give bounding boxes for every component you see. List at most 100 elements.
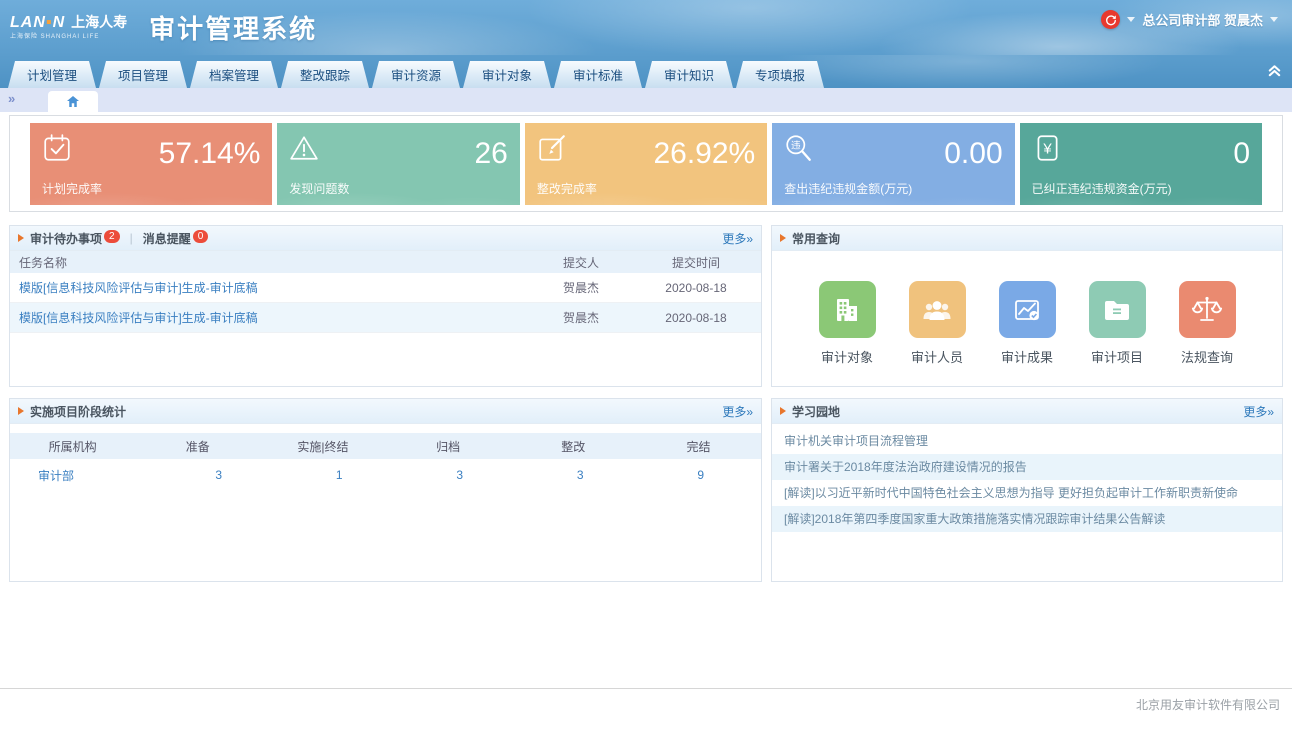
tab-audit-objects[interactable]: 审计对象 — [463, 61, 551, 88]
panel-common-queries: 常用查询 审计对象 审计人员 — [771, 225, 1283, 387]
kpi-found-issues[interactable]: 26 发现问题数 — [277, 123, 519, 205]
panel-header: 实施项目阶段统计 更多» — [10, 399, 761, 424]
list-item[interactable]: 审计署关于2018年度法治政府建设情况的报告 — [772, 454, 1282, 480]
task-submitter: 贺晨杰 — [531, 279, 631, 296]
kpi-value: 26.92% — [537, 137, 755, 171]
home-icon — [66, 95, 80, 108]
chevron-down-icon[interactable] — [1127, 17, 1135, 22]
column-archiving: 归档 — [386, 438, 511, 455]
tab-rectification-tracking[interactable]: 整改跟踪 — [281, 61, 369, 88]
folder-icon — [1089, 281, 1146, 338]
todo-table-header: 任务名称 提交人 提交时间 — [10, 251, 761, 273]
main-nav: 计划管理 项目管理 档案管理 整改跟踪 审计资源 审计对象 审计标准 审计知识 … — [0, 55, 1292, 88]
column-implementation: 实施|终结 — [260, 438, 385, 455]
message-count-badge: 0 — [193, 230, 209, 243]
stage-more-link[interactable]: 更多» — [722, 403, 753, 420]
panel-arrow-icon — [18, 234, 24, 242]
yuan-icon: ¥ — [1032, 133, 1062, 168]
shortcut-label: 审计对象 — [821, 347, 873, 366]
kpi-label: 已纠正违纪违规资金(万元) — [1032, 180, 1172, 197]
shortcut-label: 审计成果 — [1001, 347, 1053, 366]
stage-count-link[interactable]: 3 — [159, 468, 280, 482]
divider: | — [130, 231, 133, 245]
kpi-violation-amount-found[interactable]: 违 0.00 查出违纪违规金额(万元) — [772, 123, 1014, 205]
tab-strip: » — [0, 88, 1292, 112]
org-link[interactable]: 审计部 — [10, 467, 159, 484]
home-tab[interactable] — [48, 91, 98, 112]
user-menu[interactable]: 总公司审计部 贺晨杰 — [1142, 10, 1263, 29]
list-item[interactable]: [解读]以习近平新时代中国特色社会主义思想为指导 更好担负起审计工作新职责新使命 — [772, 480, 1282, 506]
stage-count-link[interactable]: 9 — [641, 468, 762, 482]
brand-name-cn: 上海人寿 — [71, 15, 127, 29]
user-department: 总公司审计部 — [1142, 13, 1220, 28]
panel-header: 常用查询 — [772, 226, 1282, 251]
shortcut-label: 审计项目 — [1091, 347, 1143, 366]
collapse-header-button[interactable] — [1267, 63, 1282, 83]
shortcut-regulations-query[interactable]: 法规查询 — [1172, 281, 1242, 366]
learning-list: 审计机关审计项目流程管理 审计署关于2018年度法治政府建设情况的报告 [解读]… — [772, 428, 1282, 532]
kpi-value: 26 — [289, 137, 507, 171]
expand-tabs-button[interactable]: » — [8, 91, 15, 106]
column-organization: 所属机构 — [10, 438, 135, 455]
shortcut-audit-results[interactable]: 审计成果 — [992, 281, 1062, 366]
kpi-label: 整改完成率 — [537, 180, 597, 197]
panel-title: 实施项目阶段统计 — [30, 403, 126, 420]
column-completed: 完结 — [636, 438, 761, 455]
stage-count-link[interactable]: 3 — [400, 468, 521, 482]
stage-count-link[interactable]: 1 — [279, 468, 400, 482]
shortcut-audit-objects[interactable]: 审计对象 — [812, 281, 882, 366]
brand-subtitle: 上海保险 SHANGHAI LIFE — [10, 34, 127, 40]
brand-logo: LAN▪N 上海人寿 上海保险 SHANGHAI LIFE — [10, 15, 127, 40]
panel-learning-corner: 学习园地 更多» 审计机关审计项目流程管理 审计署关于2018年度法治政府建设情… — [771, 398, 1283, 582]
calendar-check-icon — [42, 133, 72, 168]
kpi-value: 57.14% — [42, 137, 260, 171]
todo-tab[interactable]: 审计待办事项2 — [30, 230, 120, 247]
panel-title: 常用查询 — [792, 230, 840, 247]
list-item[interactable]: 审计机关审计项目流程管理 — [772, 428, 1282, 454]
refresh-button[interactable] — [1101, 10, 1120, 29]
column-submit-time: 提交时间 — [631, 254, 761, 271]
task-link[interactable]: 模版[信息科技风险评估与审计]生成-审计底稿 — [19, 311, 258, 325]
kpi-value: 0.00 — [784, 137, 1002, 171]
task-date: 2020-08-18 — [631, 281, 761, 295]
tab-audit-knowledge[interactable]: 审计知识 — [645, 61, 733, 88]
todo-more-link[interactable]: 更多» — [722, 230, 753, 247]
dashboard: 57.14% 计划完成率 26 发现问题数 26.92% 整改完成率 违 0.0… — [0, 112, 1292, 688]
company-name: 北京用友审计软件有限公司 — [1136, 698, 1280, 712]
tab-archive-management[interactable]: 档案管理 — [190, 61, 278, 88]
user-area: 总公司审计部 贺晨杰 — [1101, 10, 1278, 29]
refresh-icon — [1105, 14, 1117, 26]
column-preparation: 准备 — [135, 438, 260, 455]
tab-special-reporting[interactable]: 专项填报 — [736, 61, 824, 88]
tab-project-management[interactable]: 项目管理 — [99, 61, 187, 88]
messages-tab[interactable]: 消息提醒0 — [143, 230, 209, 247]
panel-arrow-icon — [18, 407, 24, 415]
kpi-label: 查出违纪违规金额(万元) — [784, 180, 912, 197]
table-row: 模版[信息科技风险评估与审计]生成-审计底稿 贺晨杰 2020-08-18 — [10, 303, 761, 333]
shortcut-label: 审计人员 — [911, 347, 963, 366]
chevron-down-icon[interactable] — [1270, 17, 1278, 22]
panel-audit-todo: 审计待办事项2 | 消息提醒0 更多» 任务名称 提交人 提交时间 模版[信息科… — [9, 225, 762, 387]
app-header: LAN▪N 上海人寿 上海保险 SHANGHAI LIFE 审计管理系统 总公司… — [0, 0, 1292, 55]
todo-count-badge: 2 — [104, 230, 120, 243]
panel-arrow-icon — [780, 234, 786, 242]
shortcut-audit-staff[interactable]: 审计人员 — [902, 281, 972, 366]
learning-more-link[interactable]: 更多» — [1243, 403, 1274, 420]
task-link[interactable]: 模版[信息科技风险评估与审计]生成-审计底稿 — [19, 281, 258, 295]
kpi-plan-completion[interactable]: 57.14% 计划完成率 — [30, 123, 272, 205]
tab-plan-management[interactable]: 计划管理 — [8, 61, 96, 88]
tab-audit-standards[interactable]: 审计标准 — [554, 61, 642, 88]
panel-header: 学习园地 更多» — [772, 399, 1282, 424]
shortcut-audit-projects[interactable]: 审计项目 — [1082, 281, 1152, 366]
kpi-violation-funds-corrected[interactable]: ¥ 0 已纠正违纪违规资金(万元) — [1020, 123, 1262, 205]
stage-count-link[interactable]: 3 — [520, 468, 641, 482]
list-item[interactable]: [解读]2018年第四季度国家重大政策措施落实情况跟踪审计结果公告解读 — [772, 506, 1282, 532]
kpi-label: 发现问题数 — [289, 180, 349, 197]
tab-audit-resources[interactable]: 审计资源 — [372, 61, 460, 88]
people-icon — [909, 281, 966, 338]
kpi-rectification-completion[interactable]: 26.92% 整改完成率 — [525, 123, 767, 205]
kpi-value: 0 — [1032, 137, 1250, 171]
panel-arrow-icon — [780, 407, 786, 415]
building-icon — [819, 281, 876, 338]
svg-text:违: 违 — [791, 140, 801, 151]
